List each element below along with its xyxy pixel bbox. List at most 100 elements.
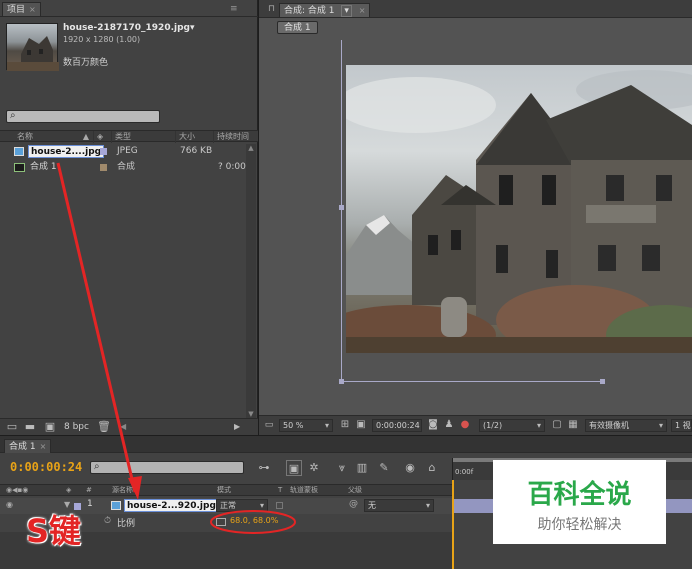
project-item-row[interactable]: 合成 1 合成 ? 0:00 [0, 160, 258, 175]
preview-thumbnail [6, 23, 59, 71]
timeline-timecode[interactable]: 0:00:00:24 [10, 460, 82, 474]
zoom-select[interactable]: 50 % [279, 419, 333, 432]
timeline-tab-label: 合成 1 [9, 442, 36, 452]
close-icon[interactable]: × [359, 6, 366, 15]
constrain-proportions-icon[interactable] [216, 518, 226, 526]
visibility-eye-icon[interactable]: ◉ [6, 500, 13, 509]
watermark-box: 百科全说 助你轻松解决 [493, 460, 666, 544]
layer-handle[interactable] [339, 379, 344, 384]
pickwhip-icon[interactable]: @ [349, 499, 358, 509]
grid-icon[interactable]: ⊞ [337, 417, 353, 433]
live-update-icon[interactable]: ◉ [402, 460, 418, 476]
color-channels-icon[interactable]: ● [457, 417, 473, 433]
watermark-title: 百科全说 [527, 480, 632, 510]
current-time-indicator[interactable] [452, 480, 454, 569]
parent-select[interactable]: 无 [364, 499, 434, 512]
layer-name[interactable]: house-2...920.jpg [124, 499, 219, 512]
views-select[interactable]: 1 视 [671, 419, 692, 432]
number-sign: # [86, 486, 92, 494]
label-color-swatch[interactable] [100, 164, 107, 171]
column-mode[interactable]: 模式 [217, 485, 231, 496]
column-parent[interactable]: 父级 [348, 485, 362, 496]
lock-icon[interactable]: ⊓ [268, 4, 275, 14]
interpret-footage-icon[interactable]: ▭ [4, 419, 20, 435]
render-icon[interactable]: ⌂ [424, 460, 440, 476]
preview-filename[interactable]: house-2187170_1920.jpg▾ [63, 23, 194, 33]
scroll-right-icon[interactable]: ▶ [234, 422, 240, 431]
project-column-header: 名称 ▲ ◈ 类型 大小 持续时间 [0, 130, 258, 143]
scroll-up-icon[interactable]: ▲ [246, 144, 256, 152]
layer-handle[interactable] [600, 379, 605, 384]
image-file-icon [111, 501, 121, 510]
layer-index: 1 [87, 499, 93, 509]
layer-handle[interactable] [339, 205, 344, 210]
project-panel: 项目 × ≡ house-2187170_1920.jpg▾ 1920 x 128… [0, 0, 258, 435]
timeline-tab[interactable]: 合成 1 × [4, 439, 52, 453]
snapshot-icon[interactable]: ◙ [425, 417, 441, 433]
column-type[interactable]: 类型 [112, 131, 176, 143]
project-item-type: 合成 [117, 162, 136, 172]
mask-visibility-icon[interactable]: ▣ [353, 417, 369, 433]
project-item-size: 766 KB [180, 146, 213, 156]
project-item-name[interactable]: house-2....jpg [28, 145, 105, 158]
label-color-swatch[interactable] [100, 148, 107, 155]
graph-editor-icon[interactable]: ✎ [376, 460, 392, 476]
stopwatch-icon[interactable]: ⏱ [104, 516, 111, 526]
scroll-down-icon[interactable]: ▼ [246, 410, 256, 418]
ruler-start-label: 0:00f [455, 468, 474, 476]
column-duration[interactable]: 持续时间 [214, 131, 258, 143]
timeline-search-input[interactable]: ⌕ [90, 461, 244, 474]
draft-3d-icon[interactable]: ▣ [286, 460, 302, 476]
panel-menu-icon[interactable]: ≡ [230, 4, 238, 14]
column-label[interactable]: ◈ [94, 131, 112, 143]
tab-dropdown-icon[interactable]: ▾ [341, 5, 352, 17]
new-folder-icon[interactable]: ▬ [22, 419, 38, 435]
scroll-left-icon[interactable]: ◀ [120, 422, 126, 431]
project-bottom-bar: ▭ ▬ ▣ 8 bpc 🗑 ◀ ▶ [0, 418, 258, 435]
watermark-subtitle: 助你轻松解决 [537, 517, 622, 533]
scale-value[interactable]: 68.0, 68.0% [230, 516, 278, 525]
bpc-label[interactable]: 8 bpc [64, 422, 89, 432]
composition-tab[interactable]: 合成: 合成 1 ▾ × [279, 3, 371, 17]
column-size[interactable]: 大小 [176, 131, 214, 143]
region-of-interest-icon[interactable]: ▢ [549, 417, 565, 433]
sort-arrow-icon: ▲ [82, 132, 89, 141]
column-trkmat[interactable]: 轨道蒙板 [290, 485, 318, 496]
label-tag-icon: ◈ [97, 132, 104, 141]
composition-panel: ⊓ 合成: 合成 1 ▾ × 合成 1 ▭ 50 % ▾ ⊞ ▣ 0:00:00… [259, 0, 692, 435]
project-tab[interactable]: 项目 × [2, 2, 41, 16]
trkmat-checkbox[interactable] [276, 502, 283, 509]
close-icon[interactable]: × [40, 442, 47, 451]
preview-color-mode: 数百万颜色 [63, 58, 109, 68]
frame-blending-icon[interactable]: ⩔ [334, 460, 350, 476]
project-item-name[interactable]: 合成 1 [30, 160, 57, 175]
project-item-row[interactable]: house-2....jpg JPEG 766 KB [0, 144, 258, 159]
project-item-type: JPEG [117, 146, 138, 156]
comp-mini-flowchart-icon[interactable]: ⊶ [256, 460, 272, 476]
close-icon[interactable]: × [29, 5, 36, 14]
av-features-icons: ◉◀▪◉ [6, 486, 29, 494]
composition-image[interactable] [346, 65, 692, 353]
blend-mode-select[interactable]: 正常 [216, 499, 268, 512]
show-snapshot-icon[interactable]: ♟ [441, 417, 457, 433]
resolution-select[interactable]: (1/2) [479, 419, 545, 432]
column-t[interactable]: T [278, 485, 282, 496]
label-tag-icon: ◈ [66, 486, 72, 494]
viewer-timecode[interactable]: 0:00:00:24 [372, 419, 422, 432]
always-preview-icon[interactable]: ▭ [261, 417, 277, 433]
new-composition-icon[interactable]: ▣ [42, 419, 58, 435]
layer-column-header: ◉◀▪◉ ◈ # 源名称 模式 T 轨道蒙板 父级 [0, 484, 452, 496]
trash-icon[interactable]: 🗑 [96, 419, 112, 435]
vertical-scrollbar[interactable]: ▲ ▼ [246, 144, 256, 418]
key-annotation: S键 [26, 512, 82, 550]
transparency-grid-icon[interactable]: ▦ [565, 417, 581, 433]
search-input[interactable]: ⌕ [6, 110, 160, 123]
composition-subtab[interactable]: 合成 1 [277, 21, 318, 34]
hide-shy-layers-icon[interactable]: ✲ [306, 460, 322, 476]
camera-select[interactable]: 有效摄像机 [585, 419, 667, 432]
motion-blur-icon[interactable]: ▥ [354, 460, 370, 476]
column-source-name[interactable]: 源名称 [112, 485, 133, 496]
column-name[interactable]: 名称 ▲ [14, 131, 94, 143]
composition-icon [14, 163, 25, 172]
column-name-label: 名称 [17, 132, 33, 141]
